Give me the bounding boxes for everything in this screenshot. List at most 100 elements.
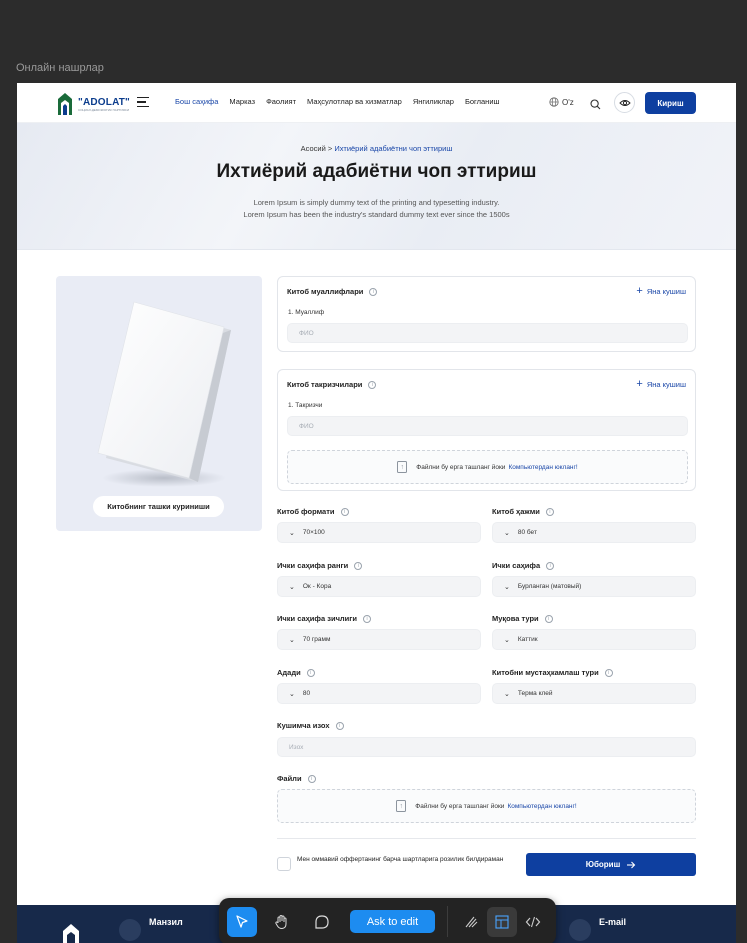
inner-page-select[interactable]: ⌄ Бурланган (матовый) bbox=[492, 576, 696, 597]
nav-item-products[interactable]: Маҳсулотлар ва хизматлар bbox=[307, 97, 402, 106]
fastening-label: Китобни мустаҳкамлаш тури bbox=[492, 668, 599, 677]
search-button[interactable] bbox=[590, 97, 601, 115]
info-icon[interactable]: i bbox=[306, 668, 315, 677]
hand-tool-button[interactable] bbox=[267, 907, 297, 937]
reviewer-file-dropzone[interactable]: ↑ Файлни бу ерга ташланг йоки Компьютерд… bbox=[287, 450, 688, 484]
book-mockup-image bbox=[97, 301, 231, 487]
page-frame: "ADOLAT" СОЦИАЛ-ДЕМОКРАТИК ПАРТИЯСИ Бош … bbox=[17, 83, 736, 943]
language-switcher[interactable]: O'z bbox=[549, 97, 574, 107]
binding-select[interactable]: ⌄ Каттик bbox=[492, 629, 696, 650]
book-cover-preview: Китобнинг ташки куриниши bbox=[56, 276, 262, 531]
binding-label: Муқова тури bbox=[492, 614, 539, 623]
format-label: Китоб формати bbox=[277, 507, 335, 516]
upload-icon: ↑ bbox=[397, 461, 408, 473]
copies-select[interactable]: ⌄ 80 bbox=[277, 683, 481, 704]
logo-subtitle: СОЦИАЛ-ДЕМОКРАТИК ПАРТИЯСИ bbox=[78, 107, 130, 112]
select-tool-button[interactable] bbox=[227, 907, 257, 937]
reviewers-title: Китоб такризчилари bbox=[287, 380, 363, 389]
add-reviewer-button[interactable]: + Яна кушиш bbox=[636, 379, 686, 390]
description-line-1: Lorem Ipsum is simply dummy text of the … bbox=[253, 198, 500, 207]
add-author-button[interactable]: + Яна кушиш bbox=[636, 285, 686, 297]
nav-item-contact[interactable]: Богланиш bbox=[465, 97, 500, 106]
hero-banner: Асосий > Ихтиёрий адабиётни чоп эттириш … bbox=[17, 123, 736, 250]
nav-item-center[interactable]: Марказ bbox=[229, 97, 255, 106]
breadcrumb-home[interactable]: Асосий > bbox=[301, 144, 333, 153]
reviewer-item-label: 1. Такризчи bbox=[288, 402, 323, 409]
fastening-select[interactable]: ⌄ Терма клей bbox=[492, 683, 696, 704]
chevron-down-icon: ⌄ bbox=[289, 690, 295, 698]
info-icon[interactable]: i bbox=[363, 614, 372, 623]
footer-address-title: Манзил bbox=[149, 917, 183, 927]
upload-link[interactable]: Компьютердан юкланг! bbox=[508, 464, 577, 471]
volume-select[interactable]: ⌄ 80 бет bbox=[492, 522, 696, 543]
nav-item-activity[interactable]: Фаолият bbox=[266, 97, 296, 106]
info-icon[interactable]: i bbox=[354, 561, 363, 570]
site-logo[interactable]: "ADOLAT" СОЦИАЛ-ДЕМОКРАТИК ПАРТИЯСИ bbox=[56, 91, 130, 117]
info-icon[interactable]: i bbox=[368, 380, 377, 389]
logo-name: "ADOLAT" bbox=[78, 96, 131, 108]
main-nav: Бош саҳифа Марказ Фаолият Маҳсулотлар ва… bbox=[175, 97, 511, 106]
inner-page-label: Ички саҳифа bbox=[492, 561, 541, 570]
reviewer-name-input[interactable]: ФИО bbox=[287, 416, 688, 436]
chevron-down-icon: ⌄ bbox=[289, 636, 295, 644]
volume-label: Китоб ҳажми bbox=[492, 507, 540, 516]
files-dropzone[interactable]: ↑ Файлни бу ерга ташланг йоки Компьютерд… bbox=[277, 789, 696, 823]
ask-to-edit-button[interactable]: Ask to edit bbox=[350, 910, 435, 933]
volume-value: 80 бет bbox=[517, 529, 537, 536]
submit-button[interactable]: Юбориш bbox=[526, 853, 696, 876]
layout-tool-button[interactable] bbox=[487, 907, 517, 937]
plus-icon: + bbox=[636, 285, 643, 297]
chevron-down-icon: ⌄ bbox=[504, 690, 510, 698]
description-line-2: Lorem Ipsum has been the industry's stan… bbox=[243, 210, 510, 219]
files-dropzone-text: Файлни бу ерга ташланг йоки bbox=[415, 802, 505, 810]
logo-emblem-icon bbox=[58, 93, 72, 115]
login-button[interactable]: Кириш bbox=[645, 92, 696, 114]
agreement-checkbox[interactable] bbox=[277, 857, 291, 871]
reviewers-card: Китоб такризчилари i + Яна кушиш 1. Такр… bbox=[277, 369, 696, 491]
copies-value: 80 bbox=[302, 690, 311, 697]
add-author-label: Яна кушиш bbox=[646, 287, 686, 296]
chevron-down-icon: ⌄ bbox=[504, 583, 510, 591]
cover-caption: Китобнинг ташки куриниши bbox=[93, 496, 224, 517]
nav-item-home[interactable]: Бош саҳифа bbox=[175, 97, 218, 106]
chevron-down-icon: ⌄ bbox=[289, 529, 295, 537]
author-name-input[interactable]: ФИО bbox=[287, 323, 688, 343]
density-label: Ички саҳифа зичлиги bbox=[277, 614, 358, 623]
files-upload-link[interactable]: Компьютердан юкланг! bbox=[507, 803, 576, 810]
files-label: Файли bbox=[277, 774, 302, 783]
code-view-button[interactable] bbox=[518, 907, 548, 937]
agreement-row: Мен оммавий оффертанинг барча шартларига… bbox=[277, 855, 507, 871]
dropzone-text: Файлни бу ерга ташланг йоки bbox=[416, 463, 506, 471]
info-icon[interactable]: i bbox=[307, 774, 316, 783]
menu-icon[interactable] bbox=[137, 97, 149, 108]
page-description: Lorem Ipsum is simply dummy text of the … bbox=[17, 197, 736, 221]
inner-color-select[interactable]: ⌄ Ок - Кора bbox=[277, 576, 481, 597]
format-select[interactable]: ⌄ 70×100 bbox=[277, 522, 481, 543]
comment-bubble-icon bbox=[315, 915, 329, 929]
chevron-down-icon: ⌄ bbox=[504, 529, 510, 537]
comment-tool-button[interactable] bbox=[307, 907, 337, 937]
author-item-label: 1. Муаллиф bbox=[288, 309, 325, 316]
inner-page-value: Бурланган (матовый) bbox=[517, 583, 582, 590]
density-select[interactable]: ⌄ 70 грамм bbox=[277, 629, 481, 650]
layout-grid-icon bbox=[495, 915, 509, 929]
binding-value: Каттик bbox=[517, 636, 538, 643]
authors-card: Китоб муаллифлари i + Яна кушиш 1. Муалл… bbox=[277, 276, 696, 352]
copies-label: Адади bbox=[277, 668, 301, 677]
info-icon[interactable]: i bbox=[546, 561, 555, 570]
draw-tool-button[interactable] bbox=[456, 907, 486, 937]
fastening-value: Терма клей bbox=[517, 690, 553, 697]
comment-input[interactable]: Изох bbox=[277, 737, 696, 757]
location-icon bbox=[119, 919, 141, 941]
info-icon[interactable]: i bbox=[544, 614, 553, 623]
info-icon[interactable]: i bbox=[335, 721, 344, 730]
info-icon[interactable]: i bbox=[545, 507, 554, 516]
chevron-down-icon: ⌄ bbox=[504, 636, 510, 644]
info-icon[interactable]: i bbox=[340, 507, 349, 516]
info-icon[interactable]: i bbox=[369, 287, 378, 296]
info-icon[interactable]: i bbox=[604, 668, 613, 677]
upload-icon: ↑ bbox=[396, 800, 407, 812]
accessibility-button[interactable] bbox=[614, 92, 635, 113]
form-divider bbox=[277, 838, 696, 839]
nav-item-news[interactable]: Янгиликлар bbox=[413, 97, 454, 106]
